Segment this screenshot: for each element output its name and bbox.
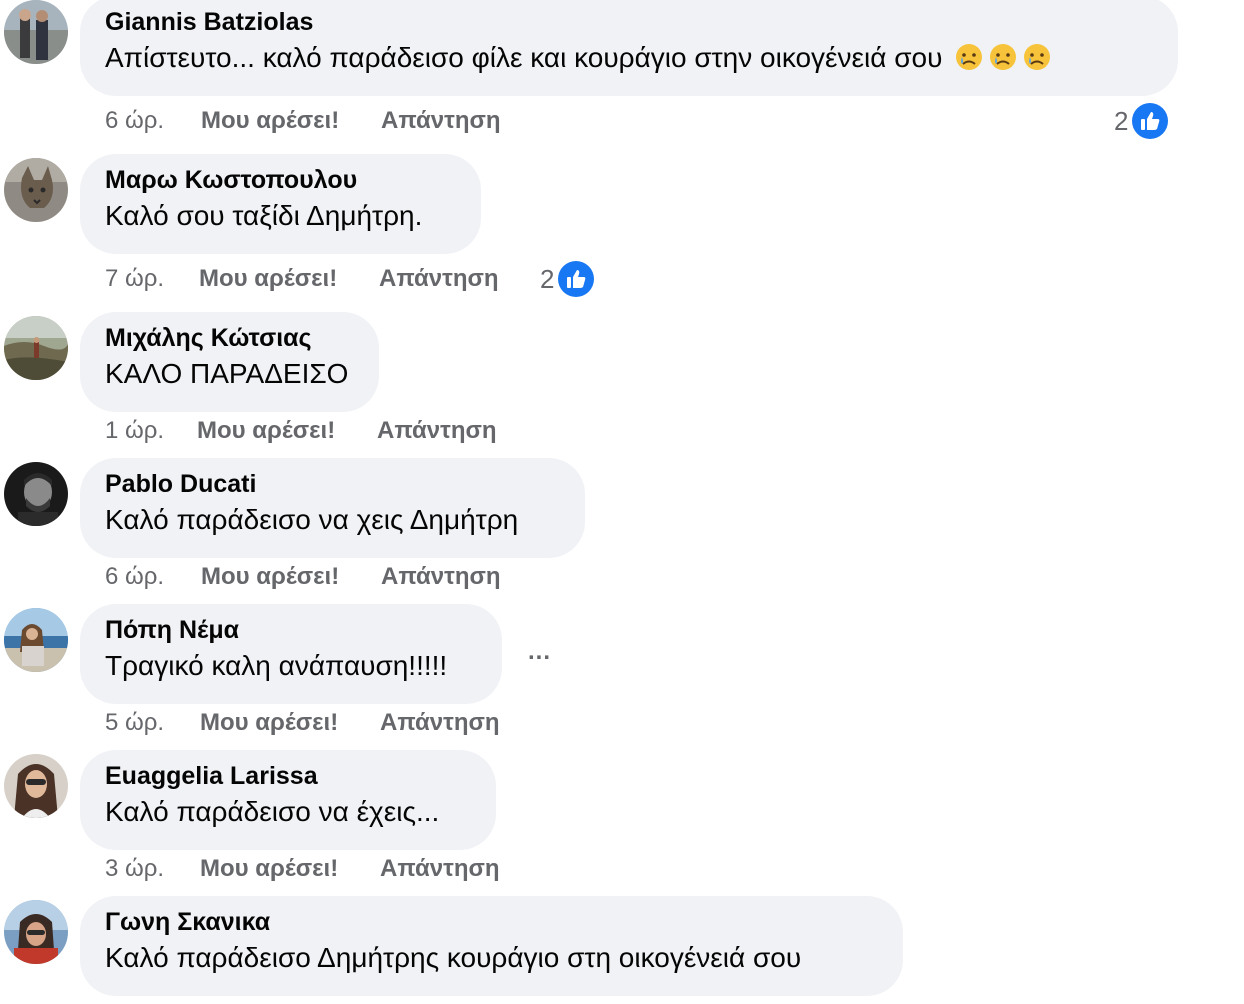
comment-bubble: Euaggelia Larissa Καλό παράδεισο να έχει… (80, 750, 496, 850)
avatar[interactable] (4, 900, 68, 964)
reaction-summary[interactable]: 2 (1114, 102, 1169, 140)
reply-button[interactable]: Απάντηση (380, 854, 500, 884)
comment-actions: 7 ώρ. Μου αρέσει! Απάντηση (105, 264, 525, 294)
comment-actions: 5 ώρ. Μου αρέσει! Απάντηση (105, 708, 525, 738)
comment-timestamp[interactable]: 6 ώρ. (105, 562, 164, 592)
sad-tear-face-emoji-icon (954, 42, 984, 72)
comment-actions: 6 ώρ. Μου αρέσει! Απάντηση (105, 562, 525, 592)
sad-tear-face-emoji-icon (988, 42, 1018, 72)
comment-bubble: Πόπη Νέμα Τραγικό καλη ανάπαυση!!!!! (80, 604, 502, 704)
like-button[interactable]: Μου αρέσει! (201, 562, 339, 592)
comment-author[interactable]: Γωνη Σκανικα (105, 906, 878, 938)
comment-text-content: Απίστευτο... καλό παράδεισο φίλε και κου… (105, 42, 943, 73)
comment-timestamp[interactable]: 5 ώρ. (105, 708, 164, 738)
comment-bubble: Pablo Ducati Καλό παράδεισο να χεις Δημή… (80, 458, 585, 558)
comment-bubble: Giannis Batziolas Απίστευτο... καλό παρά… (80, 0, 1178, 96)
reply-button[interactable]: Απάντηση (377, 416, 497, 446)
avatar[interactable] (4, 0, 68, 64)
reply-button[interactable]: Απάντηση (380, 708, 500, 738)
comment-text: Καλό σου ταξίδι Δημήτρη. (105, 200, 423, 231)
comment-text: Καλό παράδεισο να έχεις... (105, 796, 440, 827)
comment-text: Τραγικό καλη ανάπαυση!!!!! (105, 650, 448, 681)
comment-timestamp[interactable]: 1 ώρ. (105, 416, 164, 446)
reaction-summary[interactable]: 2 (540, 260, 595, 298)
comment-author[interactable]: Μιχάλης Κώτσιας (105, 322, 354, 354)
comment-bubble: Μαρω Κωστοπουλου Καλό σου ταξίδι Δημήτρη… (80, 154, 481, 254)
comment-author[interactable]: Pablo Ducati (105, 468, 560, 500)
comment-author[interactable]: Μαρω Κωστοπουλου (105, 164, 456, 196)
comment-actions: 1 ώρ. Μου αρέσει! Απάντηση (105, 416, 525, 446)
comment-timestamp[interactable]: 7 ώρ. (105, 264, 164, 294)
avatar[interactable] (4, 316, 68, 380)
more-options-button[interactable]: ... (528, 640, 551, 664)
comment-actions: 6 ώρ. Μου αρέσει! Απάντηση (105, 106, 525, 136)
reply-button[interactable]: Απάντηση (379, 264, 499, 294)
comment-timestamp[interactable]: 3 ώρ. (105, 854, 164, 884)
comment-author[interactable]: Giannis Batziolas (105, 6, 1153, 38)
comment-bubble: Γωνη Σκανικα Καλό παράδεισο Δημήτρης κου… (80, 896, 903, 996)
comment-bubble: Μιχάλης Κώτσιας ΚΑΛΟ ΠΑΡΑΔΕΙΣΟ (80, 312, 379, 412)
reply-button[interactable]: Απάντηση (381, 106, 501, 136)
like-button[interactable]: Μου αρέσει! (200, 854, 338, 884)
avatar[interactable] (4, 158, 68, 222)
sad-tear-face-emoji-icon (1022, 42, 1052, 72)
comment-text: Καλό παράδεισο Δημήτρης κουράγιο στη οικ… (105, 942, 802, 973)
reply-button[interactable]: Απάντηση (381, 562, 501, 592)
comment-text: Καλό παράδεισο να χεις Δημήτρη (105, 504, 519, 535)
like-button[interactable]: Μου αρέσει! (200, 708, 338, 738)
comment-actions: 3 ώρ. Μου αρέσει! Απάντηση (105, 854, 525, 884)
like-button[interactable]: Μου αρέσει! (201, 106, 339, 136)
like-reaction-icon (558, 261, 595, 297)
like-button[interactable]: Μου αρέσει! (197, 416, 335, 446)
avatar[interactable] (4, 608, 68, 672)
comment-author[interactable]: Πόπη Νέμα (105, 614, 477, 646)
comment-text: Απίστευτο... καλό παράδεισο φίλε και κου… (105, 39, 1153, 77)
comment-author[interactable]: Euaggelia Larissa (105, 760, 471, 792)
avatar[interactable] (4, 754, 68, 818)
comment-timestamp[interactable]: 6 ώρ. (105, 106, 164, 136)
comment-text: ΚΑΛΟ ΠΑΡΑΔΕΙΣΟ (105, 358, 349, 389)
reaction-count: 2 (1114, 106, 1129, 136)
avatar[interactable] (4, 462, 68, 526)
like-button[interactable]: Μου αρέσει! (199, 264, 337, 294)
like-reaction-icon (1132, 103, 1169, 139)
reaction-count: 2 (540, 264, 555, 294)
